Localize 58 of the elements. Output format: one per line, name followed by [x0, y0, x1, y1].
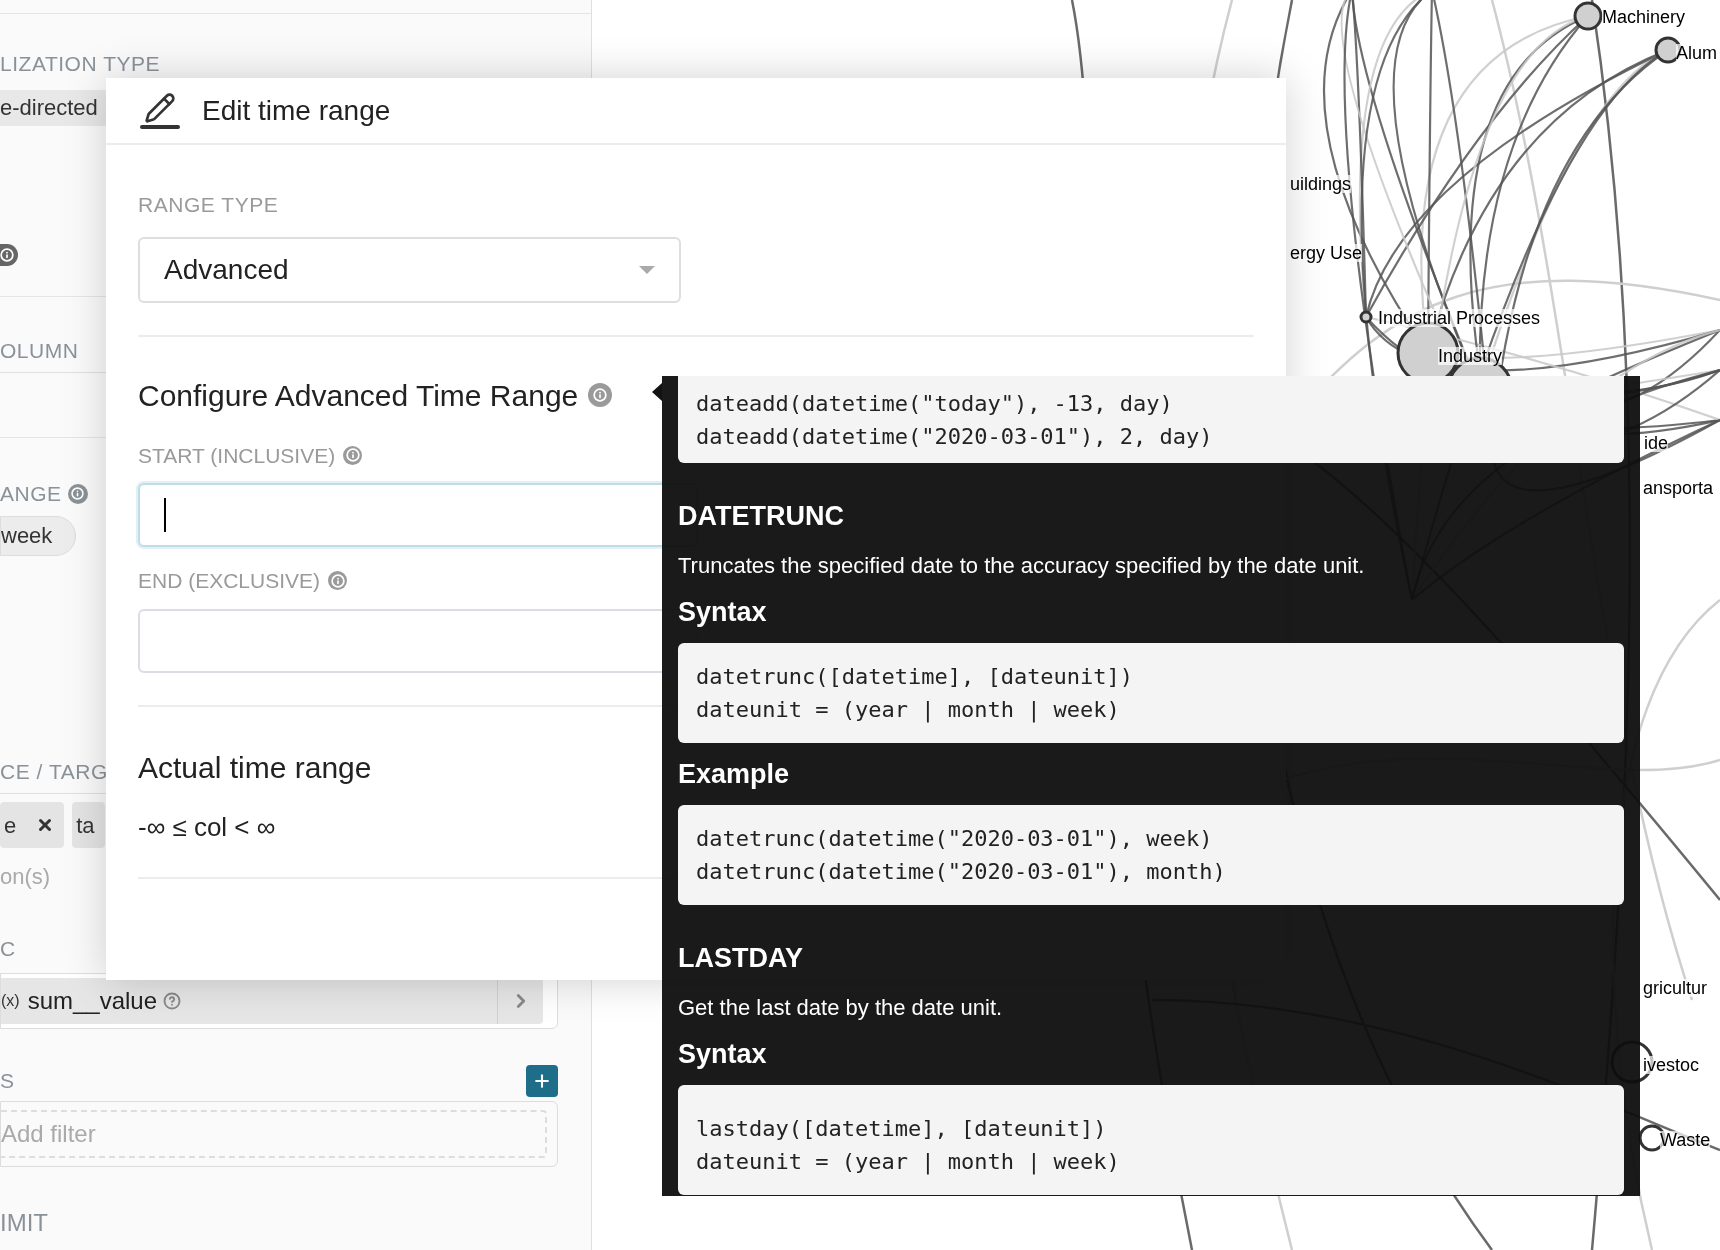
field-label: END (EXCLUSIVE) [138, 568, 321, 594]
range-expression: -∞ ≤ col < ∞ [138, 810, 276, 844]
section-label: CE / TARG [0, 758, 108, 785]
node-label: ide [1644, 434, 1669, 452]
node-label: Machinery [1602, 8, 1686, 26]
function-heading: DATETRUNC [678, 500, 845, 533]
section-label: S [0, 1067, 14, 1094]
graph-node [1359, 310, 1373, 324]
code-line: dateunit = (year | month | week) [696, 696, 1121, 725]
help-icon [163, 991, 182, 1010]
field-label: START (INCLUSIVE) [138, 442, 336, 469]
section-label: ANGE [0, 481, 62, 507]
section-label: IMIT [0, 1207, 49, 1238]
add-button[interactable] [526, 1064, 558, 1097]
node-label: Waste [1660, 1131, 1711, 1149]
node-label: ivestoc [1643, 1056, 1700, 1074]
tag-chip[interactable]: e [0, 802, 65, 848]
code-line: datetrunc([datetime], [dateunit]) [696, 663, 1135, 691]
section-heading: Example [678, 758, 791, 791]
section-title: Configure Advanced Time Range [138, 377, 579, 414]
range-type-select[interactable]: Advanced [138, 236, 681, 303]
section-heading: Syntax [678, 596, 768, 629]
field-label: RANGE TYPE [138, 192, 280, 218]
section-heading: Syntax [678, 1038, 768, 1071]
function-heading: LASTDAY [678, 942, 805, 975]
section-label: OLUMN [0, 337, 80, 364]
description-text: Get the last date by the date unit. [678, 994, 1004, 1022]
time-range-pill[interactable]: week [0, 515, 76, 556]
description-text: Truncates the specified date to the accuracy specified by the date unit. [678, 552, 1366, 580]
info-icon [588, 383, 613, 407]
function-prefix: (x) [1, 990, 20, 1011]
code-line: dateadd(datetime("today"), -13, day) [696, 389, 1174, 418]
node-label: Alum [1676, 44, 1717, 62]
section-label: C [0, 936, 17, 962]
node-label: Industry [1438, 347, 1503, 365]
pencil-icon [140, 92, 180, 129]
code-line: dateunit = (year | month | week) [696, 1148, 1121, 1177]
section-label: LIZATION TYPE [0, 51, 162, 77]
placeholder-text: on(s) [0, 863, 52, 891]
node-label: uildings [1290, 175, 1352, 193]
code-line: dateadd(datetime("2020-03-01"), 2, day) [696, 422, 1214, 451]
dropdown-caret-icon [639, 265, 655, 274]
info-icon [328, 571, 348, 591]
code-line: lastday([datetime], [dateunit]) [696, 1115, 1108, 1143]
node-label: Industrial Processes [1378, 309, 1541, 327]
text-caret [164, 498, 166, 532]
info-icon [67, 483, 88, 504]
popover-title: Edit time range [202, 93, 391, 128]
code-line: datetrunc(datetime("2020-03-01"), week) [696, 825, 1214, 853]
info-icon [343, 445, 363, 465]
metric-value: sum__value [27, 985, 158, 1016]
node-label: gricultur [1643, 979, 1708, 997]
graph-node [1573, 1, 1603, 31]
code-line: datetrunc(datetime("2020-03-01"), month) [696, 858, 1227, 886]
section-title: Actual time range [138, 749, 372, 786]
node-label: ansporta [1643, 479, 1714, 497]
node-label: ergy Use [1290, 244, 1363, 262]
tag-chip[interactable]: ta [72, 802, 105, 848]
